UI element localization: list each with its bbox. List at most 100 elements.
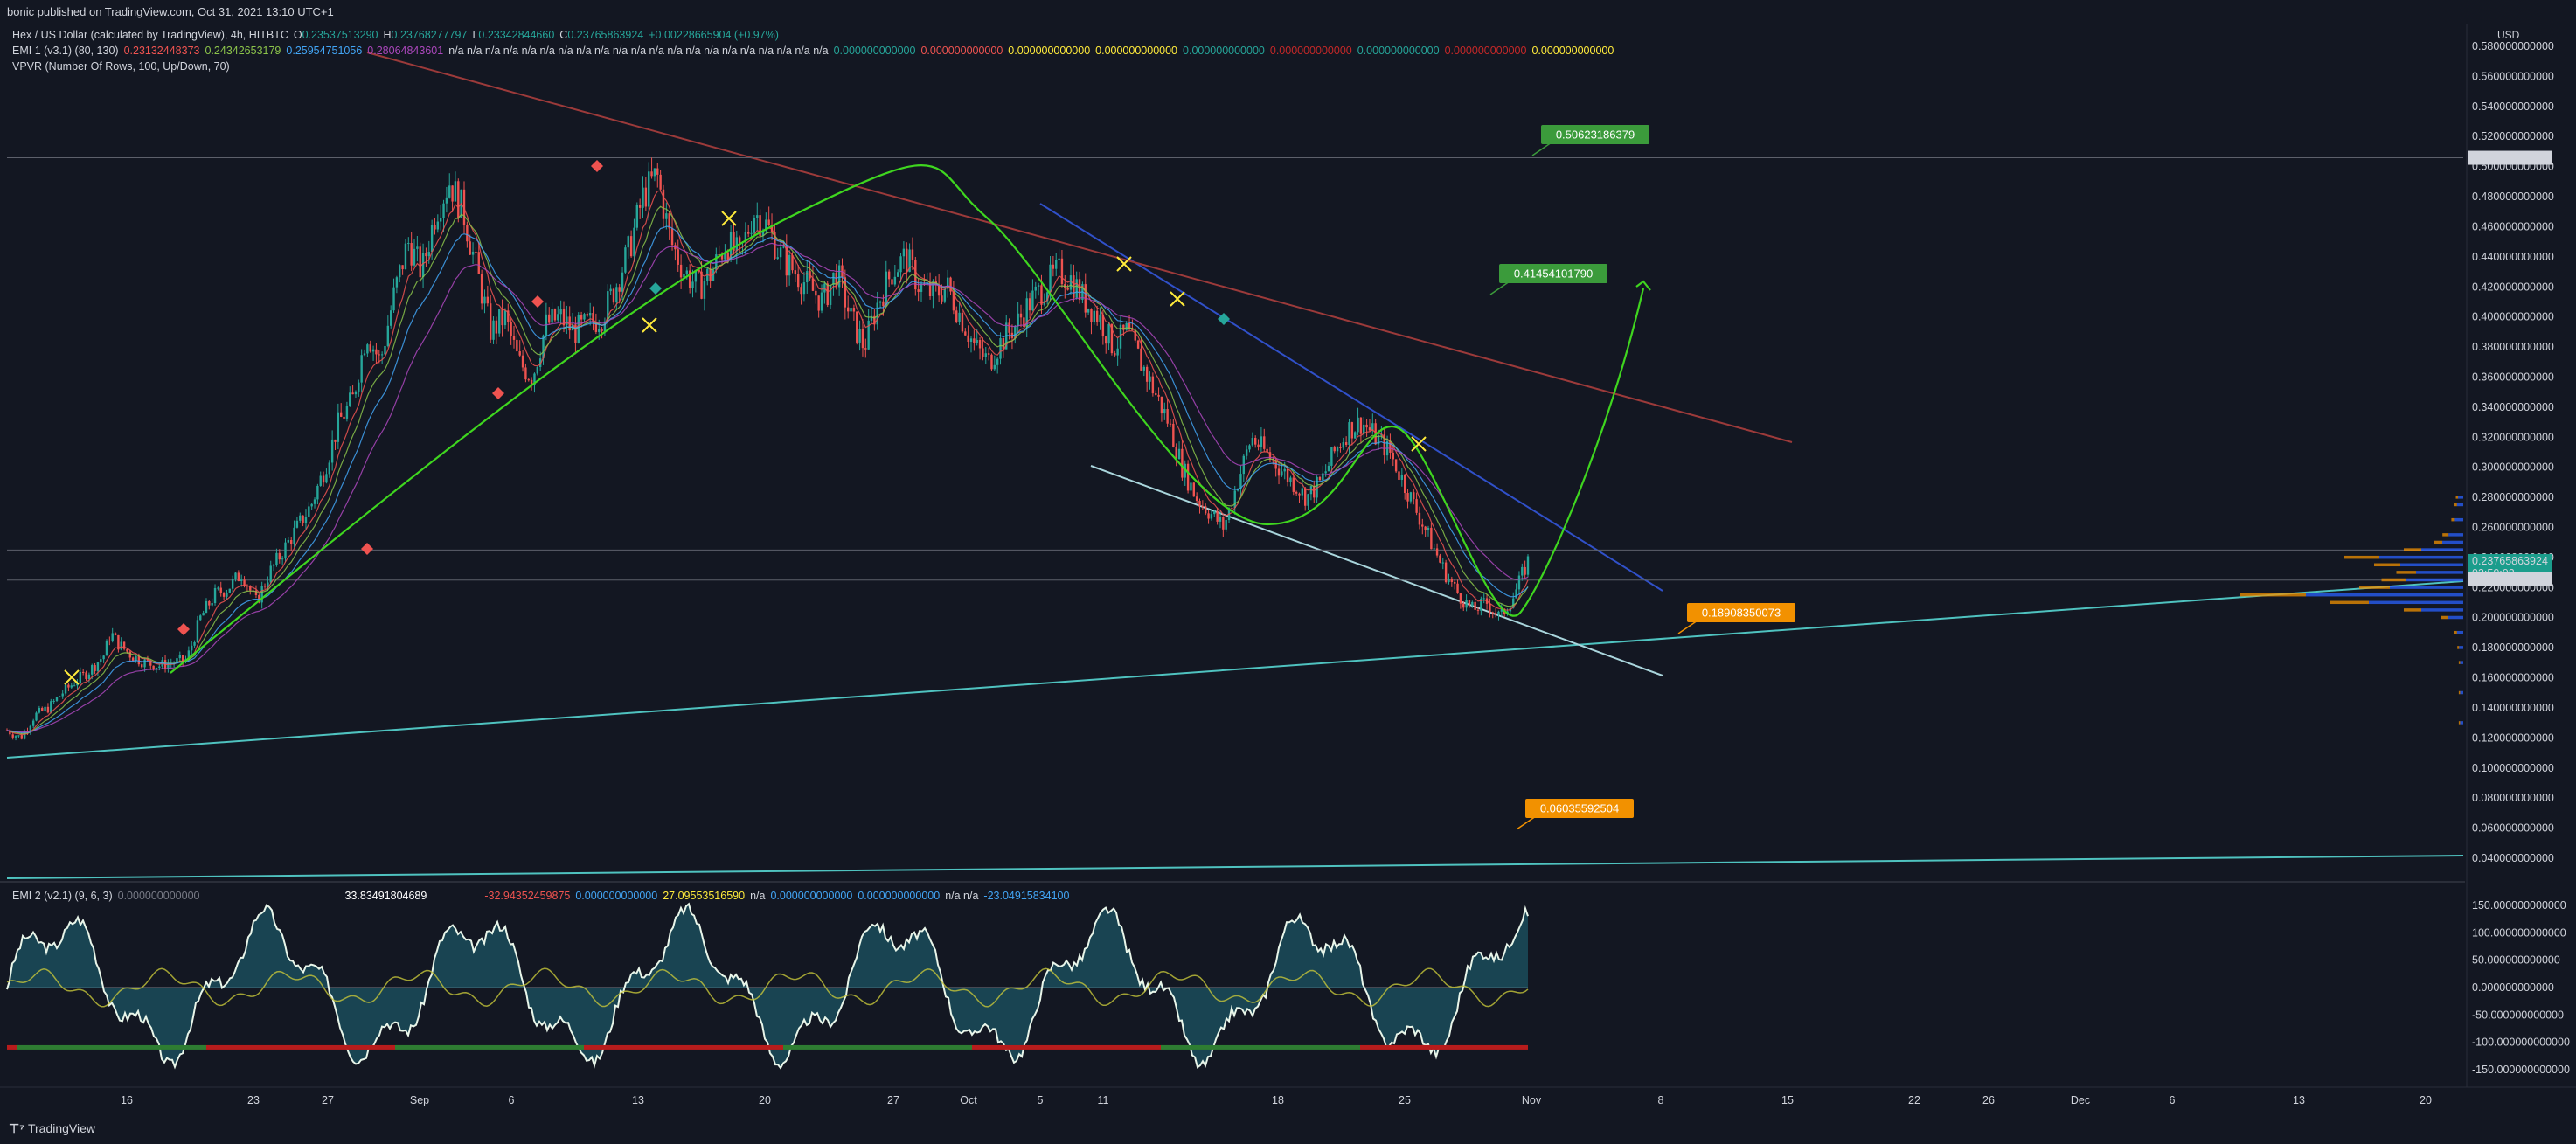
osc-status-segment — [322, 1044, 332, 1050]
candle-body — [1465, 600, 1468, 608]
vpvr-bar — [2406, 578, 2463, 582]
candle-body — [1055, 260, 1058, 269]
osc-status-segment — [353, 1044, 364, 1050]
candle-body — [1008, 322, 1010, 333]
candle-body — [1002, 337, 1005, 350]
osc-status-segment — [657, 1044, 668, 1050]
candle-body — [407, 243, 410, 245]
y-tick-label: 0.180000000000 — [2472, 641, 2554, 654]
candle-body — [1450, 579, 1454, 582]
candle-body — [64, 684, 67, 694]
vpvr-legend[interactable]: VPVR (Number Of Rows, 100, Up/Down, 70) — [12, 60, 230, 73]
close-value: 0.23765863924 — [567, 29, 644, 41]
candle-body — [794, 270, 797, 275]
osc-status-segment — [584, 1044, 594, 1050]
vpvr-bar-up — [2457, 646, 2460, 649]
candle-body — [191, 645, 193, 651]
candle-body — [369, 344, 371, 352]
y-tick-label: 0.140000000000 — [2472, 702, 2554, 714]
candle-body — [87, 674, 91, 679]
candle-body — [885, 271, 887, 307]
osc-status-segment — [385, 1044, 395, 1050]
osc-status-segment — [206, 1044, 217, 1050]
osc-status-segment — [678, 1044, 689, 1050]
candle-body — [615, 287, 618, 303]
candle-body — [747, 232, 750, 234]
osc-status-segment — [920, 1044, 930, 1050]
candle-body — [601, 329, 603, 331]
candle-body — [213, 587, 217, 604]
candle-body — [1330, 447, 1333, 466]
osc-status-segment — [1182, 1044, 1192, 1050]
candle-body — [510, 322, 512, 336]
ema2-value-4: 0.000000000000 — [575, 890, 658, 902]
osc-status-segment — [720, 1044, 731, 1050]
candle-body — [73, 685, 76, 687]
candle-body — [196, 620, 199, 642]
ema1-legend[interactable]: EMI 1 (v3.1) (80, 130) 0.23132448373 0.243… — [12, 45, 1619, 57]
candle-body — [1368, 427, 1371, 431]
osc-status-segment — [668, 1044, 678, 1050]
tradingview-logo[interactable]: ⊤⁷ TradingView — [9, 1121, 95, 1136]
candle-body — [439, 218, 442, 222]
candle-body — [1359, 417, 1363, 434]
candle-body — [618, 287, 621, 292]
candle-body — [281, 558, 284, 560]
osc-status-segment — [238, 1044, 248, 1050]
candle-body — [46, 706, 50, 713]
vpvr-bar — [2400, 563, 2463, 567]
candle-body — [726, 252, 729, 260]
ema2-legend[interactable]: EMI 2 (v2.1) (9, 6, 3) 0.000000000000 33.8… — [12, 890, 1074, 902]
chart-canvas[interactable]: 0.580000000000 0.560000000000 0.5400000000… — [0, 0, 2576, 1144]
candle-body — [753, 218, 756, 233]
candle-body — [1398, 471, 1400, 480]
candle-body — [366, 344, 369, 354]
high-label: H — [383, 29, 392, 41]
candle-body — [1066, 288, 1069, 290]
high-value: 0.23768277797 — [391, 29, 468, 41]
osc-status-segment — [1266, 1044, 1276, 1050]
change-value: +0.00228665904 (+0.97%) — [649, 29, 779, 41]
candle-body — [536, 367, 539, 374]
osc-status-segment — [1402, 1044, 1413, 1050]
candle-body — [559, 309, 562, 315]
ema1-zero-6: 0.000000000000 — [1269, 45, 1352, 57]
vpvr-bar-up — [2458, 661, 2461, 664]
vpvr-bar-up — [2442, 533, 2449, 537]
osc-status-segment — [1077, 1044, 1087, 1050]
candle-body — [958, 312, 961, 322]
candle-body — [1060, 258, 1064, 285]
candle-body — [471, 251, 475, 255]
y-tick-label: 0.580000000000 — [2472, 40, 2554, 52]
osc-status-segment — [185, 1044, 196, 1050]
candle-body — [31, 720, 35, 726]
candle-body — [1421, 524, 1424, 527]
candle-body — [425, 253, 427, 257]
symbol-legend[interactable]: Hex / US Dollar (calculated by TradingVi… — [12, 29, 784, 41]
candle-body — [290, 540, 293, 544]
y-tick-label: 0.160000000000 — [2472, 672, 2554, 684]
signal-diamond-marker — [492, 387, 504, 399]
osc-status-segment — [112, 1044, 122, 1050]
candle-body — [1116, 348, 1119, 356]
signal-diamond-marker — [649, 282, 662, 295]
candle-body — [633, 227, 635, 257]
osc-status-segment — [867, 1044, 878, 1050]
candle-body — [852, 308, 856, 312]
candle-body — [1114, 353, 1116, 356]
candle-body — [1526, 556, 1530, 575]
osc-status-segment — [510, 1044, 521, 1050]
candle-body — [231, 579, 234, 589]
vpvr-bar-up — [2451, 517, 2455, 522]
candle-body — [1365, 424, 1368, 428]
candle-body — [776, 257, 779, 259]
candle-body — [1216, 510, 1219, 522]
candle-body — [50, 701, 52, 713]
candle-body — [586, 314, 589, 316]
candle-body — [211, 603, 213, 606]
osc-status-segment — [332, 1044, 343, 1050]
candle-body — [677, 249, 679, 265]
ema-2-line — [6, 205, 1529, 735]
tag-support-2-label: 0.06035592504 — [1540, 802, 1619, 815]
candle-body — [1231, 508, 1233, 510]
